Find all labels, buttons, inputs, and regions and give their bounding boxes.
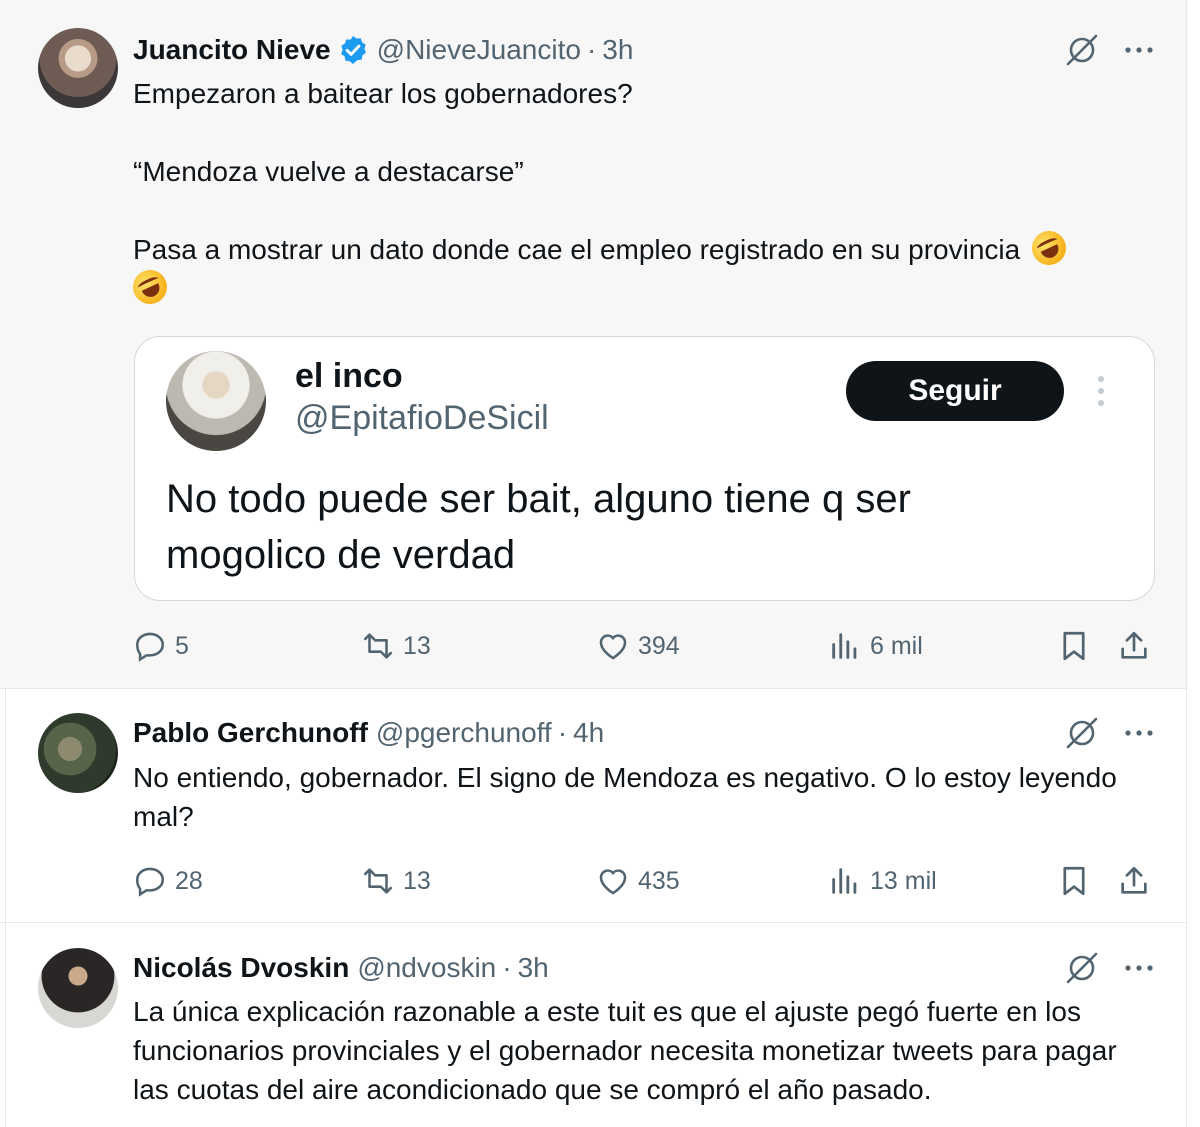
repost-button[interactable]: 13 <box>361 861 431 901</box>
repost-count: 13 <box>403 866 431 895</box>
timeline: Juancito Nieve @NieveJuancito · 3h Empez… <box>0 0 1200 1127</box>
share-icon <box>1121 866 1147 894</box>
avatar[interactable] <box>38 948 118 1028</box>
author-name[interactable]: Juancito Nieve <box>133 34 331 66</box>
tweet-actions: 5 13 394 6 mil <box>133 626 1163 666</box>
timestamp[interactable]: 4h <box>573 717 604 749</box>
header-actions <box>1064 715 1156 751</box>
avatar[interactable] <box>38 713 118 793</box>
bookmark-button[interactable] <box>1057 626 1091 666</box>
author-handle[interactable]: @ndvoskin <box>357 952 496 984</box>
reply-count: 5 <box>175 631 189 660</box>
author-name[interactable]: Pablo Gerchunoff <box>133 717 368 749</box>
heart-icon <box>599 869 627 895</box>
separator: · <box>502 952 512 983</box>
author-handle[interactable]: @pgerchunoff <box>376 717 552 749</box>
timestamp[interactable]: 3h <box>602 34 633 66</box>
tweet-header: Juancito Nieve @NieveJuancito · 3h <box>133 32 1156 68</box>
like-button[interactable]: 394 <box>596 626 680 666</box>
column-border-right <box>1186 0 1187 1127</box>
repost-icon <box>363 633 393 659</box>
reply-button[interactable]: 5 <box>133 626 189 666</box>
quoted-tweet-text: No todo puede ser bait, alguno tiene q s… <box>166 477 911 577</box>
repost-button[interactable]: 13 <box>361 626 431 666</box>
views-icon <box>832 868 857 894</box>
heart-icon <box>599 634 627 660</box>
share-button[interactable] <box>1117 626 1151 666</box>
tweet-header: Pablo Gerchunoff @pgerchunoff · 4h <box>133 715 1156 751</box>
views-button[interactable]: 13 mil <box>828 861 937 901</box>
repost-icon <box>363 868 393 894</box>
vertical-more-icon[interactable] <box>1091 371 1111 411</box>
separator: · <box>557 717 568 748</box>
quoted-author-handle[interactable]: @EpitafioDeSicil <box>295 399 549 438</box>
views-count: 13 mil <box>870 866 937 895</box>
tweet-actions: 28 13 435 13 mil <box>133 861 1163 901</box>
reply-button[interactable]: 28 <box>133 861 203 901</box>
like-button[interactable]: 435 <box>596 861 680 901</box>
reply-count: 28 <box>175 866 203 895</box>
quoted-avatar[interactable] <box>166 351 266 451</box>
bookmark-icon <box>1063 866 1085 896</box>
tweet[interactable]: Juancito Nieve @NieveJuancito · 3h Empez… <box>0 0 1186 689</box>
grok-icon[interactable] <box>1064 715 1100 751</box>
reply-icon <box>135 632 165 662</box>
author-name[interactable]: Nicolás Dvoskin <box>133 952 349 984</box>
grok-icon[interactable] <box>1064 32 1100 68</box>
tweet[interactable]: Pablo Gerchunoff @pgerchunoff · 4h No en… <box>0 689 1186 923</box>
views-icon <box>832 633 857 659</box>
verified-badge-icon <box>340 36 366 64</box>
tweet-text: Empezaron a baitear los gobernadores? “M… <box>127 74 1156 310</box>
more-options-icon[interactable] <box>1122 716 1156 750</box>
repost-count: 13 <box>403 631 431 660</box>
views-count: 6 mil <box>870 631 923 660</box>
quoted-author-name[interactable]: el inco <box>295 357 403 396</box>
tweet-text: No entiendo, gobernador. El signo de Men… <box>133 762 1125 832</box>
tweet-text: La única explicación razonable a este tu… <box>133 996 1125 1105</box>
share-button[interactable] <box>1117 861 1151 901</box>
tweet[interactable]: Nicolás Dvoskin @ndvoskin · 3h La única … <box>0 923 1186 1127</box>
laughing-emoji-icon <box>1026 225 1072 271</box>
tweet-text-content: Empezaron a baitear los gobernadores? “M… <box>133 78 1021 265</box>
more-options-icon[interactable] <box>1122 33 1156 67</box>
views-button[interactable]: 6 mil <box>828 626 923 666</box>
grok-icon[interactable] <box>1064 950 1100 986</box>
laughing-emoji-icon <box>127 264 173 310</box>
more-options-icon[interactable] <box>1122 951 1156 985</box>
like-count: 435 <box>638 866 680 895</box>
share-icon <box>1121 631 1147 659</box>
follow-button[interactable]: Seguir <box>846 361 1064 421</box>
author-handle[interactable]: @NieveJuancito <box>377 34 581 66</box>
embedded-tweet[interactable]: el inco @EpitafioDeSicil Seguir No todo … <box>134 336 1155 601</box>
timestamp[interactable]: 3h <box>518 952 549 984</box>
header-actions <box>1064 32 1156 68</box>
tweet-header: Nicolás Dvoskin @ndvoskin · 3h <box>133 950 1156 986</box>
avatar[interactable] <box>38 28 118 108</box>
header-actions <box>1064 950 1156 986</box>
bookmark-button[interactable] <box>1057 861 1091 901</box>
separator: · <box>586 34 597 65</box>
reply-icon <box>135 867 165 897</box>
bookmark-icon <box>1063 631 1085 661</box>
like-count: 394 <box>638 631 680 660</box>
